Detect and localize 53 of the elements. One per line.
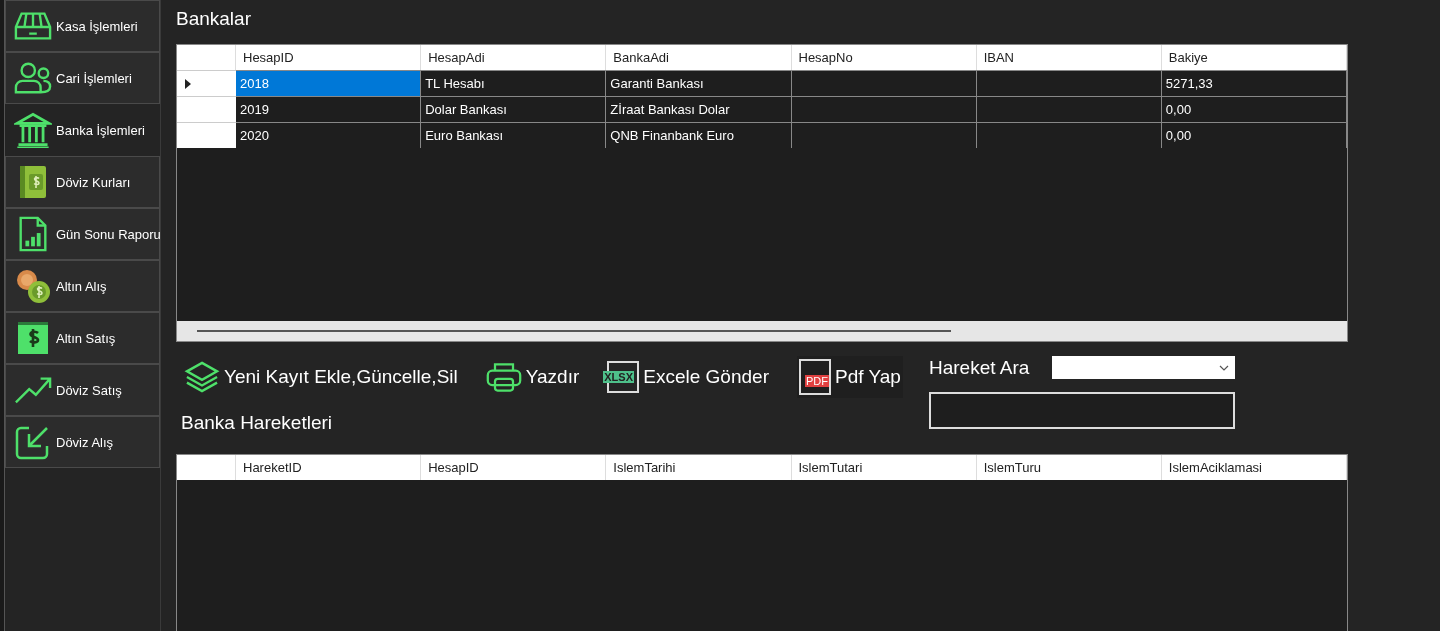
toolbar-button[interactable]: PDF Pdf Yap [796, 356, 903, 398]
table-cell: 2020 [236, 122, 422, 148]
section-title: Banka Hareketleri [181, 412, 334, 434]
table-cell: TL Hesabı [421, 70, 607, 96]
chevron-down-icon [1219, 364, 1229, 371]
column-header[interactable]: HesapNo [791, 45, 977, 70]
search-label: Hareket Ara [929, 356, 1030, 379]
table-cell: Euro Bankası [421, 122, 607, 148]
column-header[interactable]: IslemAciklamasi [1161, 455, 1347, 480]
table-cell: 2018 [236, 70, 422, 96]
search-field[interactable] [929, 392, 1235, 429]
pdf-file-icon: PDF [798, 359, 831, 395]
printer-icon [485, 361, 522, 393]
sidebar-item[interactable]: Gün Sonu Raporu [5, 208, 160, 260]
table-cell: 0,00 [1161, 96, 1347, 122]
sidebar-item[interactable]: Altın Satış [5, 312, 160, 364]
layers-icon [184, 361, 220, 393]
row-pointer-icon [185, 78, 191, 89]
corner-header [177, 455, 236, 480]
column-header[interactable]: BankaAdi [606, 45, 792, 70]
column-header[interactable]: HesapID [236, 45, 422, 70]
column-header[interactable]: IslemTarihi [606, 455, 792, 480]
column-header[interactable]: IBAN [976, 45, 1162, 70]
table-cell: 5271,33 [1161, 70, 1347, 96]
table-cell: Dolar Bankası [421, 96, 607, 122]
users-icon [14, 60, 52, 96]
table-cell: QNB Finanbank Euro [606, 122, 792, 148]
row-header[interactable] [177, 122, 236, 148]
column-header[interactable]: Bakiye [1161, 45, 1347, 70]
toolbar-button[interactable]: Yazdır [485, 356, 580, 398]
section-title: Bankalar [176, 8, 252, 31]
column-header[interactable]: HareketID [236, 455, 422, 480]
table-cell: Garanti Bankası [606, 70, 792, 96]
sidebar-item[interactable]: Cari İşlemleri [5, 52, 160, 104]
table-cell: 2019 [236, 96, 422, 122]
toolbar-button[interactable]: Yeni Kayıt Ekle,Güncelle,Sil [184, 356, 458, 398]
horizontal-scrollbar[interactable] [177, 321, 1347, 341]
row-header[interactable] [177, 96, 236, 122]
sidebar-item[interactable]: Kasa İşlemleri [5, 0, 160, 52]
bank-icon [14, 112, 52, 148]
column-header[interactable]: IslemTutari [791, 455, 977, 480]
sidebar-item[interactable]: Döviz Satış [5, 364, 160, 416]
column-header[interactable]: IslemTuru [976, 455, 1162, 480]
column-header[interactable]: HesapAdi [421, 45, 607, 70]
corner-header [177, 45, 236, 70]
sidebar-item[interactable]: Döviz Alış [5, 416, 160, 468]
table-cell: Zİraat Bankası Dolar [606, 96, 792, 122]
sidebar-item[interactable]: Döviz Kurları [5, 156, 160, 208]
coins-icon [14, 268, 52, 304]
row-header[interactable] [177, 70, 236, 96]
table-cell: 0,00 [1161, 122, 1347, 148]
sidebar-item[interactable]: Altın Alış [5, 260, 160, 312]
column-header[interactable]: HesapID [421, 455, 607, 480]
